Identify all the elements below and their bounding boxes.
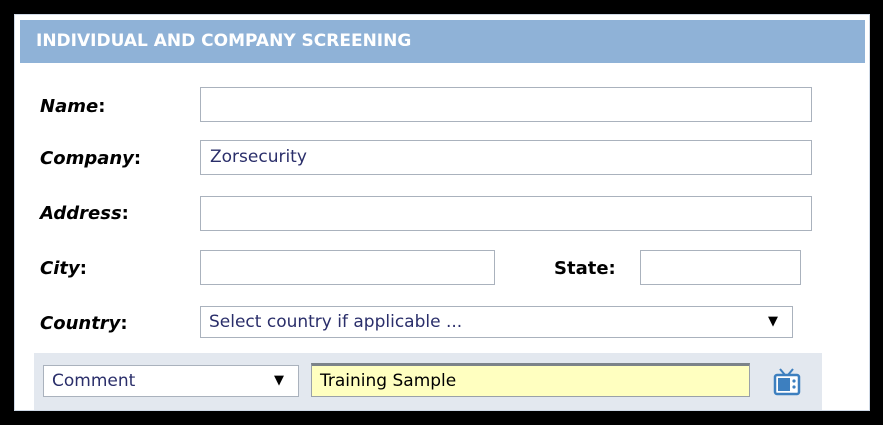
panel-title: INDIVIDUAL AND COMPANY SCREENING	[36, 31, 412, 51]
panel-header: INDIVIDUAL AND COMPANY SCREENING	[20, 20, 865, 63]
note-bar: Comment ▼ Training Sample	[34, 353, 822, 410]
chevron-down-icon: ▼	[768, 314, 778, 329]
state-field[interactable]	[640, 250, 801, 285]
country-select-value: Select country if applicable ...	[209, 312, 463, 332]
address-label: Address:	[40, 203, 129, 224]
company-field[interactable]: Zorsecurity	[200, 140, 812, 175]
tv-icon-graphic	[773, 368, 801, 396]
country-select[interactable]: Select country if applicable ... ▼	[200, 306, 793, 338]
chevron-down-icon: ▼	[274, 373, 284, 388]
address-field[interactable]	[200, 196, 812, 231]
note-type-select[interactable]: Comment ▼	[43, 365, 299, 397]
comment-input[interactable]: Training Sample	[311, 363, 750, 397]
city-label: City:	[40, 258, 87, 279]
note-type-value: Comment	[52, 371, 136, 391]
screening-panel: INDIVIDUAL AND COMPANY SCREENING Name: C…	[14, 14, 870, 411]
company-label: Company:	[40, 148, 142, 169]
tv-icon[interactable]	[769, 366, 805, 398]
city-field[interactable]	[200, 250, 495, 285]
country-label: Country:	[40, 313, 128, 334]
name-label: Name:	[40, 96, 106, 117]
name-field[interactable]	[200, 87, 812, 122]
state-label: State:	[554, 258, 616, 279]
